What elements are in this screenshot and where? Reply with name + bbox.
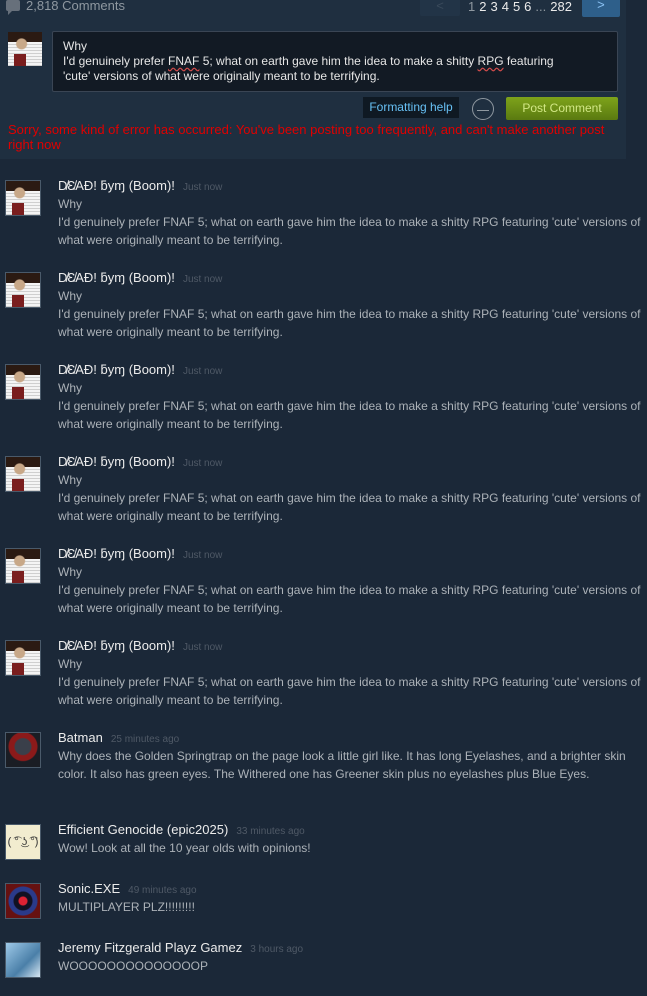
comment-text-line-1: Why [58, 565, 82, 579]
comment-count: 2,818 Comments [6, 0, 125, 15]
prev-page-button[interactable]: < [420, 0, 460, 16]
page-link-4[interactable]: 4 [502, 0, 509, 14]
comment-author[interactable]: Sonic.EXE [58, 881, 120, 896]
textarea-text: 5; what on earth gave him the idea to ma… [199, 54, 478, 68]
comment-timestamp: 33 minutes ago [236, 826, 305, 837]
comment-timestamp: Just now [182, 182, 223, 193]
comment-text-line-1: Why [58, 289, 82, 303]
comment-author[interactable]: D̸Ɛ̸ΑĐ! ƃуɱ (Boom)! [58, 178, 175, 193]
formatting-help-button[interactable]: Formatting help [363, 97, 459, 118]
comment-text-line-2: I'd genuinely prefer FNAF 5; what on ear… [58, 399, 641, 431]
page-link-5[interactable]: 5 [513, 0, 520, 14]
comment-text-line-1: Why [58, 473, 82, 487]
commenter-avatar[interactable] [5, 883, 41, 919]
comment-text-line-2: I'd genuinely prefer FNAF 5; what on ear… [58, 307, 641, 339]
comment-timestamp: Just now [182, 458, 223, 469]
comment-author[interactable]: D̸Ɛ̸ΑĐ! ƃуɱ (Boom)! [58, 362, 175, 377]
comment-text-line-2: I'd genuinely prefer FNAF 5; what on ear… [58, 675, 641, 707]
page-link-3[interactable]: 3 [490, 0, 497, 14]
textarea-text: I'd genuinely prefer [63, 54, 169, 68]
commenter-avatar[interactable] [5, 548, 41, 584]
comment-timestamp: Just now [182, 274, 223, 285]
comment-timestamp: 3 hours ago [250, 944, 304, 955]
comment-item: D̸Ɛ̸ΑĐ! ƃуɱ (Boom)! Just now Why I'd genu… [0, 178, 647, 247]
comment-text-line-1: Why [58, 197, 82, 211]
comment-item: D̸Ɛ̸ΑĐ! ƃуɱ (Boom)! Just now Why I'd genu… [0, 270, 647, 339]
comment-author[interactable]: D̸Ɛ̸ΑĐ! ƃуɱ (Boom)! [58, 546, 175, 561]
comment-timestamp: Just now [182, 550, 223, 561]
commenter-avatar[interactable] [5, 180, 41, 216]
user-avatar[interactable] [8, 32, 42, 66]
comment-author[interactable]: D̸Ɛ̸ΑĐ! ƃуɱ (Boom)! [58, 270, 175, 285]
commenter-avatar[interactable] [5, 942, 41, 978]
comment-author[interactable]: Batman [58, 730, 103, 745]
comment-text: Why does the Golden Springtrap on the pa… [58, 749, 626, 781]
comment-item: D̸Ɛ̸ΑĐ! ƃуɱ (Boom)! Just now Why I'd genu… [0, 546, 647, 615]
textarea-line-1: Why [63, 39, 87, 53]
comment-item: D̸Ɛ̸ΑĐ! ƃуɱ (Boom)! Just now Why I'd genu… [0, 362, 647, 431]
commenter-avatar[interactable]: ( ͡° ͜ʖ ͡°) [5, 824, 41, 860]
textarea-line-2: I'd genuinely prefer FNAF 5; what on ear… [63, 54, 607, 69]
comment-text-line-2: I'd genuinely prefer FNAF 5; what on ear… [58, 491, 641, 523]
pagination-ellipsis: ... [535, 0, 547, 14]
comment-text-line-2: I'd genuinely prefer FNAF 5; what on ear… [58, 583, 641, 615]
spellcheck-word: FNAF [168, 54, 200, 68]
comment-text: Wow! Look at all the 10 year olds with o… [58, 841, 311, 855]
comment-text-line-1: Why [58, 657, 82, 671]
page-link-2[interactable]: 2 [479, 0, 486, 14]
page-link-6[interactable]: 6 [524, 0, 531, 14]
comment-text: MULTIPLAYER PLZ!!!!!!!!! [58, 900, 195, 914]
comment-textarea[interactable]: Why I'd genuinely prefer FNAF 5; what on… [52, 31, 618, 92]
comment-bubble-icon [6, 0, 20, 15]
error-message: Sorry, some kind of error has occurred: … [8, 122, 605, 152]
page-link-last[interactable]: 282 [550, 0, 572, 14]
comment-author[interactable]: Efficient Genocide (epic2025) [58, 822, 228, 837]
comment-author[interactable]: D̸Ɛ̸ΑĐ! ƃуɱ (Boom)! [58, 638, 175, 653]
spellcheck-word: RPG [477, 54, 504, 68]
comment-text: WOOOOOOOOOOOOOOP [58, 959, 209, 973]
comment-item: D̸Ɛ̸ΑĐ! ƃуɱ (Boom)! Just now Why I'd genu… [0, 638, 647, 707]
comment-text-line-1: Why [58, 381, 82, 395]
comment-item: D̸Ɛ̸ΑĐ! ƃуɱ (Boom)! Just now Why I'd genu… [0, 454, 647, 523]
comment-author[interactable]: Jeremy Fitzgerald Playz Gamez [58, 940, 242, 955]
comment-entry-panel: Why I'd genuinely prefer FNAF 5; what on… [0, 18, 626, 159]
comment-timestamp: Just now [182, 642, 223, 653]
pagination: < 1 2 3 4 5 6 ... 282 > [420, 0, 620, 17]
comment-count-label: 2,818 Comments [26, 0, 125, 13]
commenter-avatar[interactable] [5, 272, 41, 308]
post-comment-button[interactable]: Post Comment [506, 97, 618, 120]
commenter-avatar[interactable] [5, 364, 41, 400]
next-page-button[interactable]: > [581, 0, 620, 17]
textarea-line-3: 'cute' versions of what were originally … [63, 69, 380, 83]
comment-timestamp: Just now [182, 366, 223, 377]
comment-author[interactable]: D̸Ɛ̸ΑĐ! ƃуɱ (Boom)! [58, 454, 175, 469]
emoticon-picker-icon[interactable] [472, 98, 494, 120]
comment-timestamp: 49 minutes ago [128, 885, 197, 896]
commenter-avatar[interactable] [5, 732, 41, 768]
commenter-avatar[interactable] [5, 640, 41, 676]
comments-header: 2,818 Comments < 1 2 3 4 5 6 ... 282 > [0, 0, 626, 18]
commenter-avatar[interactable] [5, 456, 41, 492]
comment-timestamp: 25 minutes ago [110, 734, 180, 745]
comment-text-line-2: I'd genuinely prefer FNAF 5; what on ear… [58, 215, 641, 247]
page-link-1[interactable]: 1 [468, 0, 475, 14]
textarea-text: featuring [503, 54, 554, 68]
